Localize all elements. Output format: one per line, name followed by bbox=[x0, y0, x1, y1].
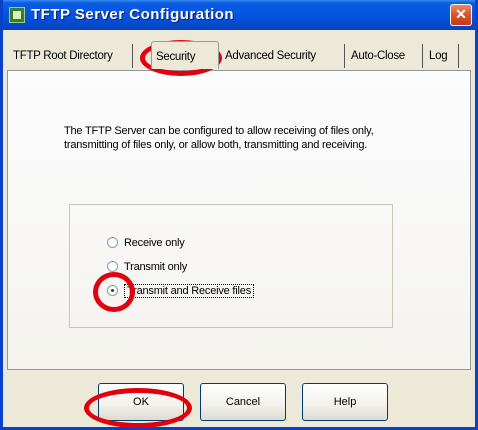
tab-advanced-security[interactable]: Advanced Security bbox=[221, 44, 345, 68]
tab-auto-close[interactable]: Auto-Close bbox=[347, 44, 423, 68]
radio-button-unchecked[interactable] bbox=[107, 261, 118, 272]
dialog-button-bar: OK Cancel Help bbox=[4, 383, 468, 423]
title-bar[interactable]: TFTP Server Configuration ✕ bbox=[3, 0, 475, 30]
help-button[interactable]: Help bbox=[302, 383, 388, 421]
radio-transmit-and-receive[interactable]: Transmit and Receive files bbox=[107, 283, 254, 299]
radio-receive-only[interactable]: Receive only bbox=[107, 235, 185, 251]
radio-button-checked[interactable] bbox=[107, 285, 118, 296]
cancel-button[interactable]: Cancel bbox=[200, 383, 286, 421]
radio-transmit-only[interactable]: Transmit only bbox=[107, 259, 187, 275]
tab-security[interactable]: Security bbox=[151, 41, 219, 69]
ok-button[interactable]: OK bbox=[98, 383, 184, 421]
security-description: The TFTP Server can be configured to all… bbox=[64, 125, 374, 151]
radio-label-transmit-and-receive: Transmit and Receive files bbox=[124, 284, 254, 298]
tab-tftp-root-directory[interactable]: TFTP Root Directory bbox=[9, 44, 133, 68]
radio-label-receive-only: Receive only bbox=[124, 237, 185, 249]
app-icon bbox=[9, 7, 25, 23]
tab-strip: TFTP Root Directory Security Advanced Se… bbox=[9, 41, 469, 70]
close-icon[interactable]: ✕ bbox=[450, 4, 472, 26]
window-title: TFTP Server Configuration bbox=[31, 6, 235, 23]
radio-button-unchecked[interactable] bbox=[107, 237, 118, 248]
tab-log[interactable]: Log bbox=[425, 44, 459, 68]
radio-label-transmit-only: Transmit only bbox=[124, 261, 188, 273]
